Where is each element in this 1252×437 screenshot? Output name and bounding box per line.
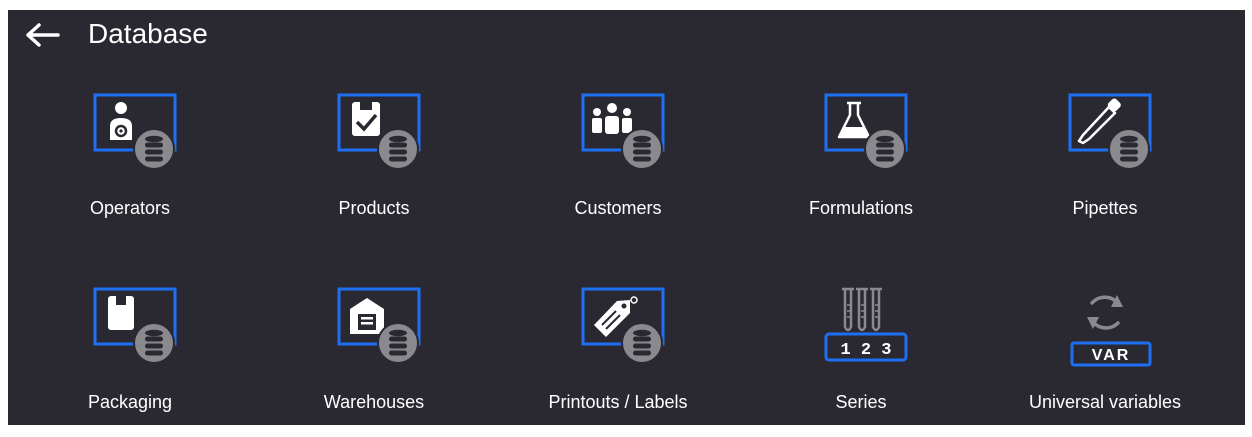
tile-label: Formulations [808, 198, 914, 218]
packaging-database-icon [93, 287, 177, 364]
tile-packaging[interactable]: Packaging [8, 287, 252, 437]
back-arrow-icon[interactable] [24, 22, 60, 48]
tile-label: Products [338, 198, 410, 218]
tile-label: Pipettes [1072, 198, 1138, 218]
product-database-icon [337, 93, 421, 170]
header-bar: Database [8, 10, 1245, 60]
formulations-database-icon [824, 93, 908, 170]
customers-database-icon [581, 93, 665, 170]
operator-database-icon [93, 93, 177, 170]
refresh-var-icon: VAR [1070, 295, 1152, 367]
tile-products[interactable]: Products [252, 93, 496, 243]
tile-customers[interactable]: Customers [496, 93, 740, 243]
tile-operators[interactable]: Operators [8, 93, 252, 243]
warehouse-database-icon [337, 287, 421, 364]
tile-pipettes[interactable]: Pipettes [983, 93, 1227, 243]
tile-label: Packaging [87, 392, 173, 412]
var-badge-text: VAR [1092, 347, 1131, 364]
database-screen: Database Operators Products Customers Fo… [8, 10, 1245, 425]
tile-label: Operators [89, 198, 171, 218]
tile-label: Warehouses [323, 392, 425, 412]
tile-label: Customers [574, 198, 662, 218]
tile-warehouses[interactable]: Warehouses [252, 287, 496, 437]
tile-formulations[interactable]: Formulations [739, 93, 983, 243]
label-database-icon [581, 287, 665, 364]
pipette-database-icon [1068, 93, 1152, 170]
test-tubes-series-icon: 1 2 3 [824, 287, 908, 362]
tile-universal-variables[interactable]: VAR Universal variables [983, 287, 1227, 437]
page-title: Database [88, 18, 208, 49]
tile-printouts-labels[interactable]: Printouts / Labels [496, 287, 740, 437]
tile-label: Universal variables [1028, 392, 1182, 412]
tile-label: Series [835, 392, 887, 412]
tile-series[interactable]: 1 2 3 Series [739, 287, 983, 437]
series-badge-text: 1 2 3 [840, 341, 891, 360]
tile-label: Printouts / Labels [548, 392, 688, 412]
